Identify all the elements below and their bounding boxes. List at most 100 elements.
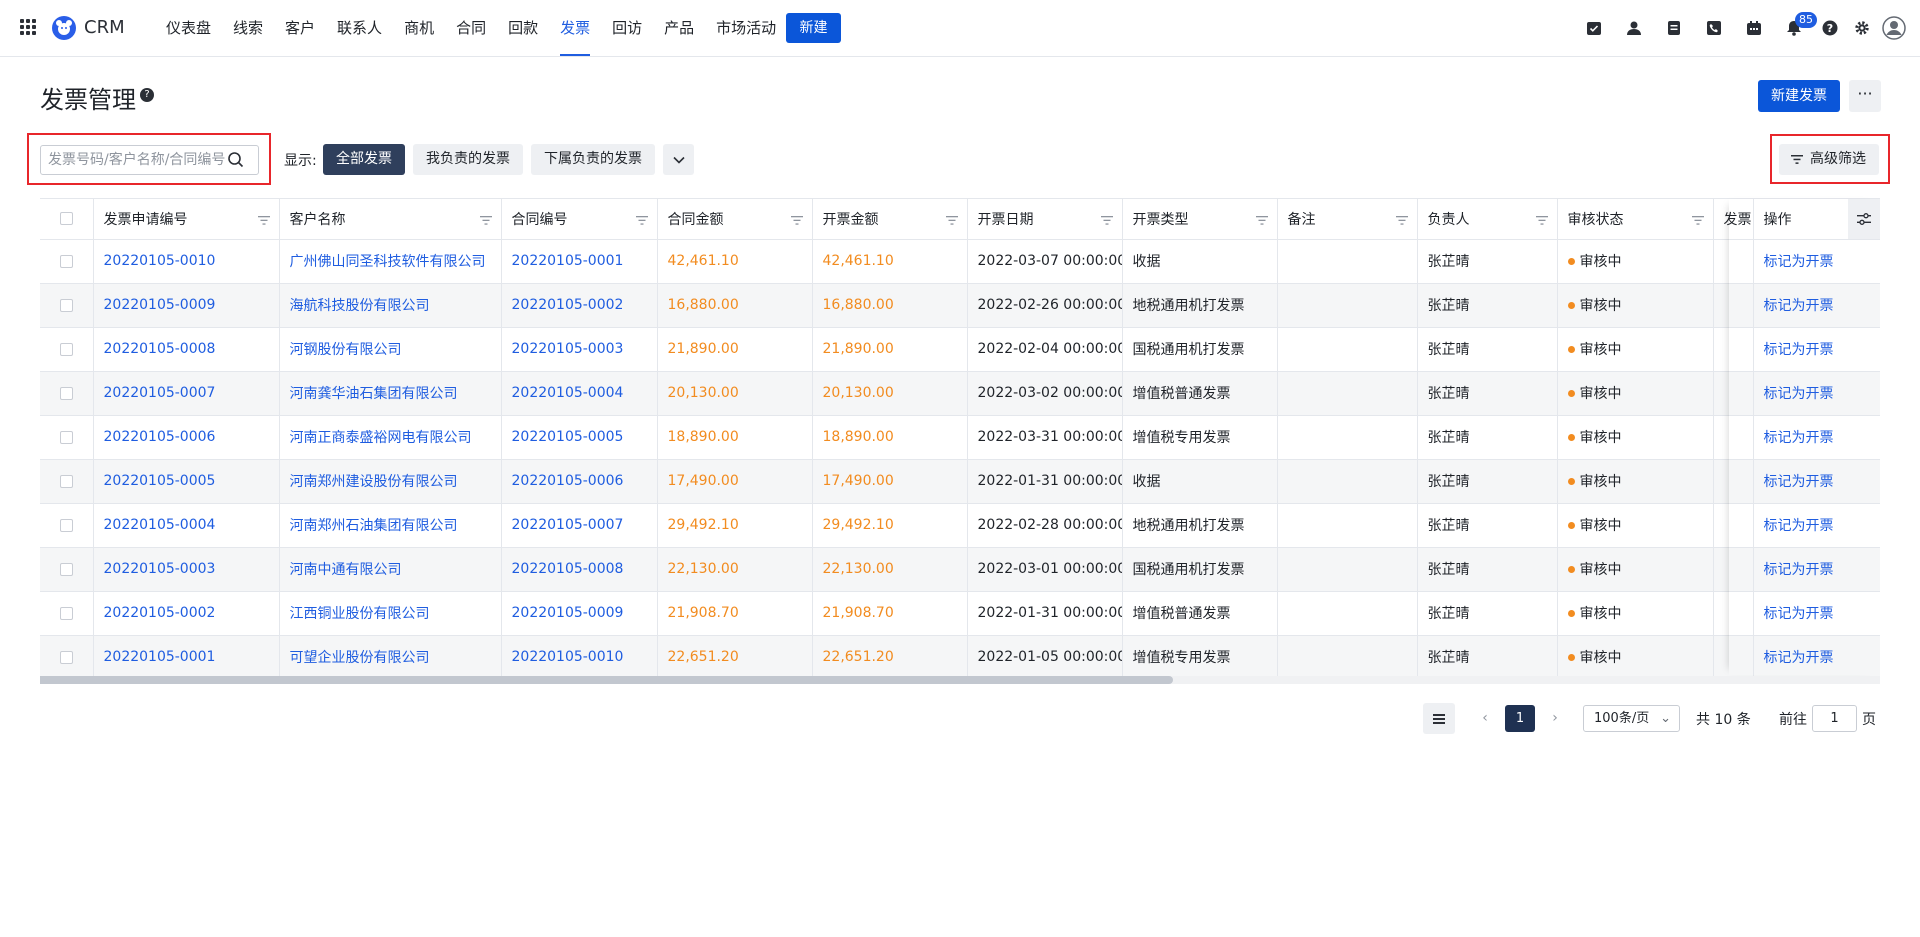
cell-customer[interactable]: 河南龚华油石集团有限公司 (279, 371, 502, 416)
row-checkbox[interactable] (60, 474, 73, 488)
mark-invoiced-link[interactable]: 标记为开票 (1753, 547, 1880, 592)
nav-item-6[interactable]: 回款 (497, 0, 549, 56)
notification-bell-icon[interactable]: 85 (1774, 0, 1817, 56)
table-row[interactable]: 20220105-0004 河南郑州石油集团有限公司 20220105-0007 29… (40, 503, 1880, 548)
column-header-3[interactable]: 合同金额 (657, 199, 813, 240)
cell-no[interactable]: 20220105-0004 (93, 503, 280, 548)
settings-gear-icon[interactable] (1846, 0, 1878, 56)
table-row[interactable]: 20220105-0002 江西铜业股份有限公司 20220105-0009 21,9… (40, 591, 1880, 636)
cell-customer[interactable]: 广州佛山同圣科技软件有限公司 (279, 239, 502, 284)
cell-contract[interactable]: 20220105-0004 (501, 371, 658, 416)
cell-customer[interactable]: 河南郑州建设股份有限公司 (279, 459, 502, 504)
contact-person-icon[interactable] (1614, 0, 1654, 56)
mark-invoiced-link[interactable]: 标记为开票 (1753, 327, 1880, 372)
table-row[interactable]: 20220105-0003 河南中通有限公司 20220105-0008 22,130… (40, 547, 1880, 592)
mark-invoiced-link[interactable]: 标记为开票 (1753, 371, 1880, 416)
nav-item-2[interactable]: 客户 (274, 0, 326, 56)
page-help-icon[interactable]: ? (140, 88, 154, 102)
user-avatar-icon[interactable] (1878, 0, 1910, 56)
cell-no[interactable]: 20220105-0008 (93, 327, 280, 372)
cell-contract[interactable]: 20220105-0008 (501, 547, 658, 592)
nav-item-3[interactable]: 联系人 (326, 0, 393, 56)
cell-no[interactable]: 20220105-0007 (93, 371, 280, 416)
cell-customer[interactable]: 江西铜业股份有限公司 (279, 591, 502, 636)
cell-customer[interactable]: 海航科技股份有限公司 (279, 283, 502, 328)
mark-invoiced-link[interactable]: 标记为开票 (1753, 459, 1880, 504)
cell-no[interactable]: 20220105-0009 (93, 283, 280, 328)
table-row[interactable]: 20220105-0006 河南正商泰盛裕网电有限公司 20220105-0005 1… (40, 415, 1880, 460)
table-row[interactable]: 20220105-0010 广州佛山同圣科技软件有限公司 20220105-0001… (40, 239, 1880, 284)
document-icon[interactable] (1654, 0, 1694, 56)
more-actions-button[interactable]: ··· (1849, 80, 1881, 112)
table-row[interactable]: 20220105-0007 河南龚华油石集团有限公司 20220105-0004 20… (40, 371, 1880, 416)
nav-item-10[interactable]: 市场活动 (705, 0, 787, 56)
column-settings-button[interactable] (1848, 199, 1880, 239)
cell-contract[interactable]: 20220105-0010 (501, 635, 658, 680)
app-launcher-icon[interactable] (20, 19, 36, 35)
cell-no[interactable]: 20220105-0002 (93, 591, 280, 636)
select-all-checkbox[interactable] (60, 212, 73, 226)
column-header-7[interactable]: 备注 (1277, 199, 1418, 240)
column-header-4[interactable]: 开票金额 (812, 199, 968, 240)
row-checkbox[interactable] (60, 562, 73, 576)
row-checkbox[interactable] (60, 606, 73, 620)
row-checkbox[interactable] (60, 298, 73, 312)
goto-page-input[interactable] (1812, 705, 1857, 732)
horizontal-scrollbar-thumb[interactable] (40, 676, 1173, 684)
page-size-select[interactable]: 100条/页 ⌄ (1583, 705, 1680, 732)
mark-invoiced-link[interactable]: 标记为开票 (1753, 415, 1880, 460)
column-header-1[interactable]: 客户名称 (279, 199, 502, 240)
phone-icon[interactable] (1694, 0, 1734, 56)
cell-contract[interactable]: 20220105-0002 (501, 283, 658, 328)
column-filter-icon[interactable] (479, 213, 492, 229)
mark-invoiced-link[interactable]: 标记为开票 (1753, 635, 1880, 680)
column-header-5[interactable]: 开票日期 (967, 199, 1123, 240)
segment-my-invoices[interactable]: 我负责的发票 (413, 144, 523, 175)
column-header-9[interactable]: 审核状态 (1557, 199, 1714, 240)
segment-subordinate-invoices[interactable]: 下属负责的发票 (531, 144, 655, 175)
column-header-2[interactable]: 合同编号 (501, 199, 658, 240)
page-number-current[interactable]: 1 (1505, 705, 1535, 732)
task-check-icon[interactable] (1574, 0, 1614, 56)
cell-no[interactable]: 20220105-0001 (93, 635, 280, 680)
cell-contract[interactable]: 20220105-0009 (501, 591, 658, 636)
cell-customer[interactable]: 河南正商泰盛裕网电有限公司 (279, 415, 502, 460)
nav-item-0[interactable]: 仪表盘 (155, 0, 222, 56)
cell-no[interactable]: 20220105-0010 (93, 239, 280, 284)
nav-item-1[interactable]: 线索 (222, 0, 274, 56)
cell-no[interactable]: 20220105-0005 (93, 459, 280, 504)
next-page-chevron-icon[interactable]: › (1543, 703, 1567, 734)
cell-customer[interactable]: 可望企业股份有限公司 (279, 635, 502, 680)
column-header-0[interactable]: 发票申请编号 (93, 199, 280, 240)
table-row[interactable]: 20220105-0008 河钢股份有限公司 20220105-0003 21,890… (40, 327, 1880, 372)
search-icon[interactable] (227, 151, 245, 169)
segment-all-invoices[interactable]: 全部发票 (323, 144, 405, 175)
column-filter-icon[interactable] (1255, 213, 1268, 229)
column-header-6[interactable]: 开票类型 (1122, 199, 1278, 240)
column-filter-icon[interactable] (257, 213, 270, 229)
mark-invoiced-link[interactable]: 标记为开票 (1753, 591, 1880, 636)
cell-customer[interactable]: 河南中通有限公司 (279, 547, 502, 592)
help-icon[interactable]: ? (1814, 0, 1846, 56)
cell-customer[interactable]: 河钢股份有限公司 (279, 327, 502, 372)
row-checkbox[interactable] (60, 650, 73, 664)
nav-item-7[interactable]: 发票 (549, 0, 601, 56)
cell-contract[interactable]: 20220105-0007 (501, 503, 658, 548)
cell-customer[interactable]: 河南郑州石油集团有限公司 (279, 503, 502, 548)
nav-item-8[interactable]: 回访 (601, 0, 653, 56)
row-checkbox[interactable] (60, 430, 73, 444)
table-row[interactable]: 20220105-0005 河南郑州建设股份有限公司 20220105-0006 17… (40, 459, 1880, 504)
mark-invoiced-link[interactable]: 标记为开票 (1753, 283, 1880, 328)
calendar-icon[interactable] (1734, 0, 1774, 56)
segment-more-dropdown[interactable] (663, 144, 694, 175)
column-filter-icon[interactable] (1535, 213, 1548, 229)
list-view-toggle[interactable] (1423, 703, 1455, 734)
mark-invoiced-link[interactable]: 标记为开票 (1753, 503, 1880, 548)
column-filter-icon[interactable] (945, 213, 958, 229)
column-filter-icon[interactable] (1100, 213, 1113, 229)
column-header-10[interactable]: 发票 (1713, 199, 1754, 240)
row-checkbox[interactable] (60, 342, 73, 356)
nav-item-5[interactable]: 合同 (445, 0, 497, 56)
table-row[interactable]: 20220105-0001 可望企业股份有限公司 20220105-0010 22,6… (40, 635, 1880, 680)
advanced-filter-button[interactable]: 高级筛选 (1779, 144, 1879, 175)
